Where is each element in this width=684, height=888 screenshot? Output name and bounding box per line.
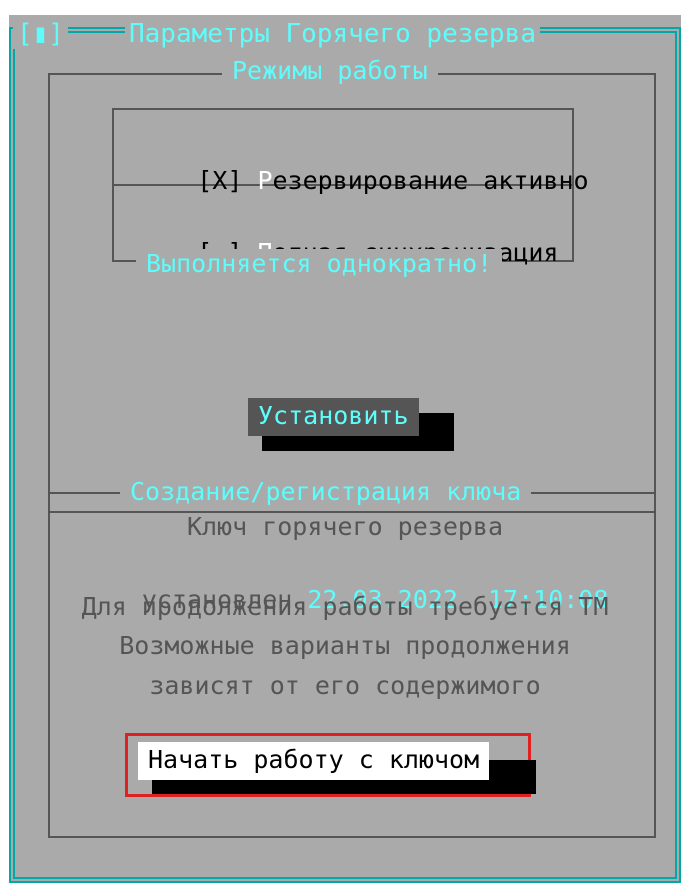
reserve-hotkey: Р: [257, 166, 273, 195]
sync-checkbox[interactable]: [ ] Полная синхронизация: [137, 205, 558, 267]
start-button[interactable]: Начать работу с ключом: [138, 742, 490, 780]
modes-legend: Режимы работы: [222, 56, 438, 86]
tm-required-line: Для продолжения работы требуется ТМ: [81, 592, 609, 621]
sync-note: Выполняется однократно!: [136, 249, 503, 279]
reserve-checkbox[interactable]: [X] Резервирование активно: [137, 133, 588, 195]
title-bar: [▮] Параметры Горячего резерва: [9, 15, 681, 49]
contents-line: зависят от его содержимого: [149, 671, 541, 700]
key-status-line: Ключ горячего резерва: [186, 512, 504, 541]
options-line: Возможные варианты продолжения: [119, 631, 571, 660]
close-box-icon[interactable]: [▮]: [13, 19, 68, 49]
screen: [▮] Параметры Горячего резерва Режимы ра…: [0, 0, 684, 888]
reserve-label: езервирование активно: [272, 166, 589, 195]
reserve-checkbox-box: [X]: [197, 166, 243, 195]
install-button[interactable]: Установить: [248, 398, 419, 436]
window-title: Параметры Горячего резерва: [125, 19, 540, 49]
key-legend: Создание/регистрация ключа: [120, 477, 532, 507]
